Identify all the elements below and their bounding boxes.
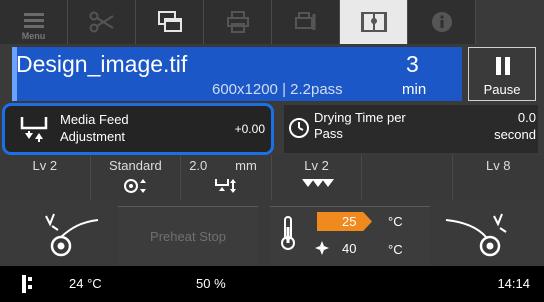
top-toolbar: Menu <box>0 0 544 44</box>
feeder-roll-icon <box>45 213 99 257</box>
book-button[interactable] <box>340 0 408 44</box>
fan-temp-unit: °C <box>388 242 403 257</box>
remaining-time-unit: min <box>402 81 427 98</box>
drying-time-label-line1: Drying Time per <box>314 110 406 125</box>
preheat-stop-label: Preheat Stop <box>150 229 226 244</box>
menu-button[interactable]: Menu <box>0 0 68 44</box>
job-file-name: Design_image.tif <box>16 51 188 77</box>
head-height-icon <box>214 179 236 193</box>
ambient-temperature: 24 °C <box>69 276 102 291</box>
info-button[interactable] <box>408 0 476 44</box>
platen-gap-cell[interactable]: Standard <box>90 155 182 200</box>
fan-icon <box>315 241 329 255</box>
job-print-detail: 600x1200 | 2.2pass <box>212 81 343 98</box>
drying-time-value: 0.0 <box>517 110 536 125</box>
cut-button[interactable] <box>68 0 136 44</box>
feed-level-cell[interactable]: Lv 2 <box>0 155 91 200</box>
media-feed-label-line2: Adjustment <box>60 129 126 144</box>
tension-value: Lv 2 <box>304 158 329 173</box>
takeup-level-value: Lv 8 <box>485 158 511 173</box>
adjustment-row: Media Feed Adjustment +0.00 Drying Time … <box>0 103 544 155</box>
heater-row: Preheat Stop 25 °C 40 °C <box>0 200 544 266</box>
windows-icon <box>157 11 182 32</box>
takeup-roll-icon <box>445 213 507 257</box>
clock-time: 14:14 <box>497 276 530 291</box>
printer-panel-screen: Menu Design_image.tif 600x1200 | 2.2pass… <box>0 0 544 302</box>
media-feed-adjustment-button[interactable]: Media Feed Adjustment +0.00 <box>2 103 274 155</box>
menu-label: Menu <box>21 31 46 41</box>
media-feed-icon <box>20 117 48 142</box>
drying-time-unit: second <box>494 127 536 142</box>
status-bar: 24 °C 50 % 14:14 <box>0 266 544 302</box>
platen-gap-icon <box>124 179 147 193</box>
printer-status-icon <box>22 275 32 293</box>
book-icon <box>360 12 387 32</box>
menu-icon <box>23 13 44 28</box>
pause-icon <box>496 57 510 75</box>
thermometer-icon <box>281 216 295 250</box>
feed-level-value: Lv 2 <box>32 158 58 173</box>
head-height-unit: mm <box>235 158 257 173</box>
printer-wrench-icon <box>294 12 315 30</box>
platen-gap-value: Standard <box>109 158 162 173</box>
printer-settings-icon <box>226 11 249 33</box>
scissors-icon <box>89 11 114 33</box>
humidity: 50 % <box>196 276 226 291</box>
heater-temp-unit: °C <box>388 214 403 229</box>
preheat-stop-button[interactable]: Preheat Stop <box>118 206 258 265</box>
printer-maintenance-button[interactable] <box>272 0 340 44</box>
level-row: Lv 2 Standard 2.0 mm Lv 2 Lv 8 <box>0 155 544 200</box>
heater-temp-value: 25 <box>342 214 357 229</box>
feeder-roll-button[interactable] <box>16 200 111 266</box>
head-height-value: 2.0 <box>189 158 208 173</box>
takeup-roll-button[interactable] <box>438 200 533 266</box>
tension-arrows-icon <box>301 179 334 187</box>
fan-temp-value: 40 <box>342 241 357 256</box>
pause-label: Pause <box>483 82 521 97</box>
drying-time-button[interactable]: Drying Time per Pass 0.0 second <box>284 105 538 153</box>
media-feed-label-line1: Media Feed <box>60 112 129 127</box>
remaining-time-value: 3 <box>406 51 419 77</box>
job-progress-bar: Design_image.tif 600x1200 | 2.2pass 3 mi… <box>12 47 462 101</box>
info-icon <box>431 12 452 32</box>
heater-temperature-panel[interactable]: 25 °C 40 °C <box>270 206 430 265</box>
empty-cell <box>362 155 453 200</box>
media-feed-value: +0.00 <box>234 122 265 136</box>
head-height-cell[interactable]: 2.0 mm <box>181 155 272 200</box>
pause-button[interactable]: Pause <box>468 47 536 101</box>
drying-time-label-line2: Pass <box>314 126 343 141</box>
takeup-level-cell[interactable]: Lv 8 <box>452 155 544 200</box>
tension-cell[interactable]: Lv 2 <box>271 155 363 200</box>
windows-button[interactable] <box>136 0 204 44</box>
clock-icon <box>289 118 309 138</box>
print-settings-button[interactable] <box>204 0 272 44</box>
